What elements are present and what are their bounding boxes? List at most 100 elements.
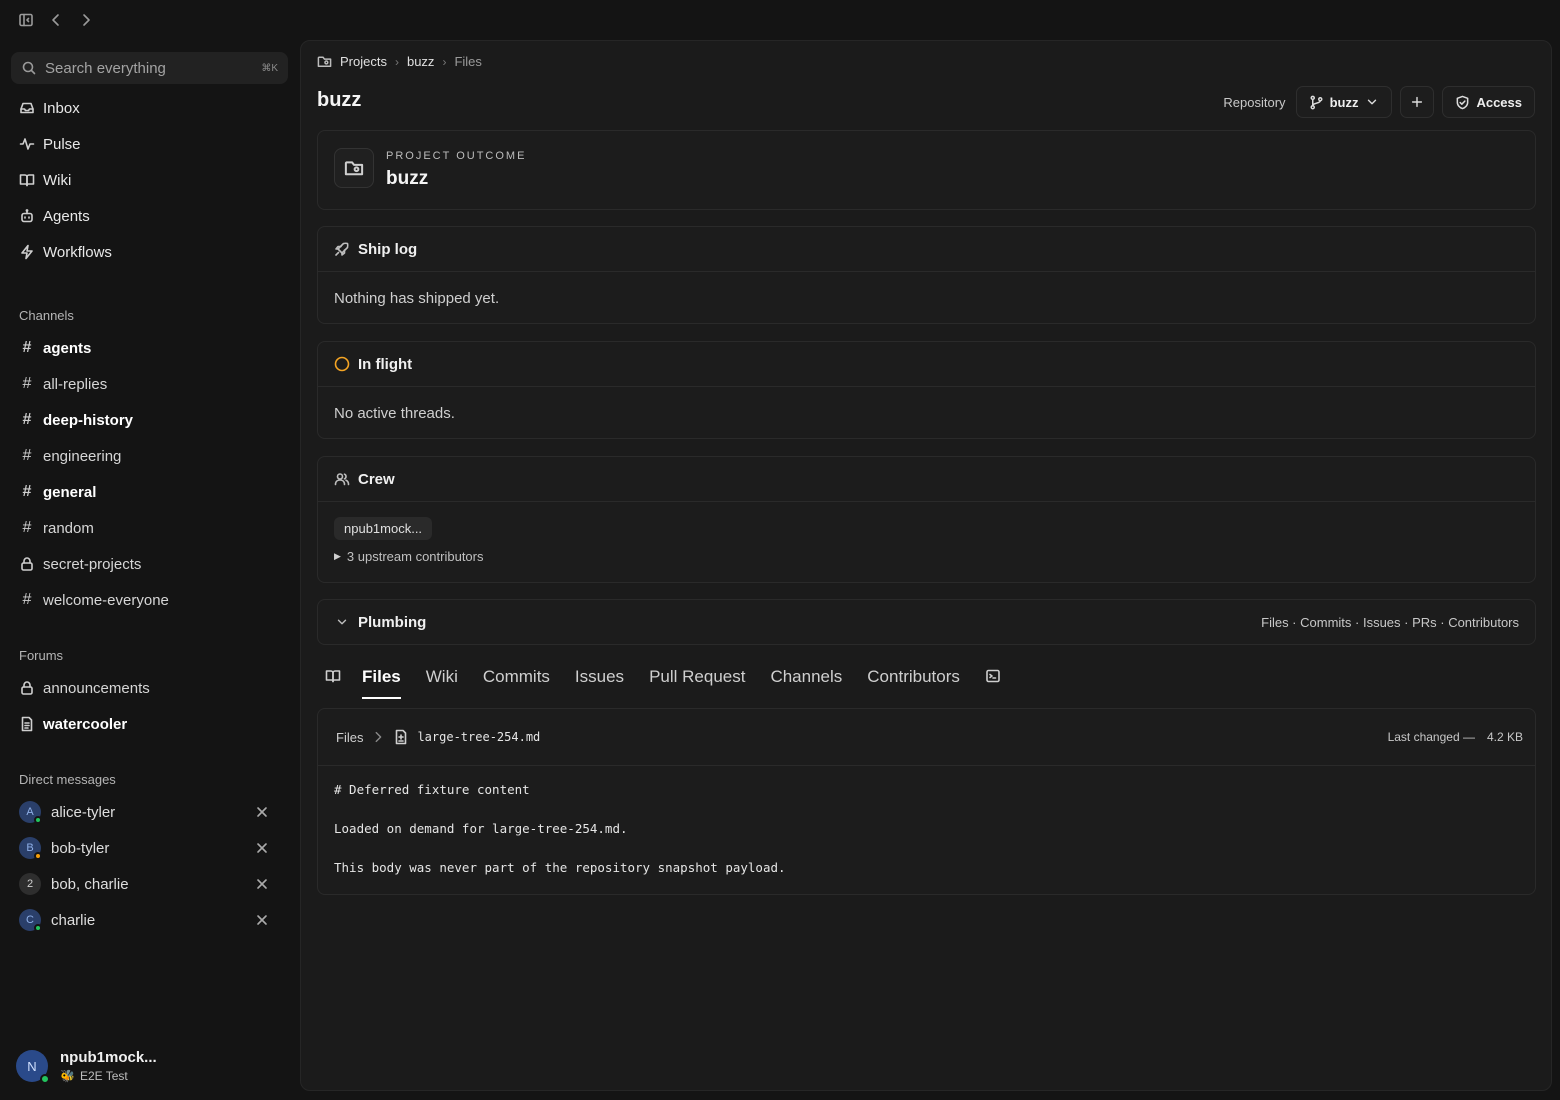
in-flight-empty: No active threads. <box>334 405 455 422</box>
header-actions: Repository buzz Access <box>1223 86 1535 118</box>
forum-label: watercooler <box>43 715 128 733</box>
channel-item-secret-projects[interactable]: secret-projects <box>19 552 141 576</box>
file-content: # Deferred fixture content Loaded on dem… <box>318 766 1535 911</box>
breadcrumb: Projects › buzz › Files <box>317 54 482 69</box>
channel-label: random <box>43 519 94 537</box>
nav-item-agents[interactable]: Agents <box>19 204 90 228</box>
tab-pull-request[interactable]: Pull Request <box>649 661 745 697</box>
chevron-right-icon <box>371 730 385 744</box>
group-avatar: 2 <box>19 873 41 895</box>
tab-channels[interactable]: Channels <box>770 661 842 697</box>
avatar: C <box>19 909 42 932</box>
crew-member-chip[interactable]: npub1mock... <box>334 517 433 540</box>
git-branch-icon <box>1309 95 1324 110</box>
channel-label: welcome-everyone <box>43 591 169 609</box>
user-name: npub1mock... <box>60 1049 157 1066</box>
dm-label: alice-tyler <box>51 803 116 821</box>
file-breadcrumb-root[interactable]: Files <box>336 730 363 745</box>
dms-section-title: Direct messages <box>19 772 116 787</box>
upstream-contributors-toggle[interactable]: ▶ 3 upstream contributors <box>334 549 1519 564</box>
dm-item-bob-tyler[interactable]: B bob-tyler <box>19 836 269 860</box>
chevron-right-icon: › <box>442 54 447 69</box>
nav-item-label: Wiki <box>43 171 72 189</box>
lightning-icon <box>19 244 35 260</box>
close-icon[interactable] <box>255 877 269 891</box>
channel-item-engineering[interactable]: # engineering <box>19 444 122 468</box>
upstream-contributors-label: 3 upstream contributors <box>346 549 484 564</box>
tab-files[interactable]: Files <box>362 661 401 699</box>
channel-item-all-replies[interactable]: # all-replies <box>19 372 108 396</box>
book-icon <box>19 172 35 188</box>
file-viewer: Files large-tree-254.md Last changed — 4… <box>317 708 1536 895</box>
tab-commits[interactable]: Commits <box>483 661 550 697</box>
caret-right-icon: ▶ <box>334 551 341 561</box>
channel-item-deep-history[interactable]: # deep-history <box>19 408 133 432</box>
add-button[interactable] <box>1400 86 1435 118</box>
dm-item-charlie[interactable]: C charlie <box>19 908 269 932</box>
dm-label: charlie <box>51 911 96 929</box>
close-icon[interactable] <box>255 841 269 855</box>
document-icon <box>19 716 35 732</box>
access-button[interactable]: Access <box>1442 86 1535 118</box>
breadcrumb-project[interactable]: buzz <box>407 54 434 69</box>
crew-header: Crew <box>318 457 1535 502</box>
dm-item-alice-tyler[interactable]: A alice-tyler <box>19 800 269 824</box>
avatar: A <box>19 801 42 824</box>
dm-item-bob-charlie[interactable]: 2 bob, charlie <box>19 872 269 896</box>
channel-item-agents[interactable]: # agents <box>19 336 92 360</box>
search-icon <box>21 60 37 76</box>
hash-icon: # <box>22 591 32 608</box>
dm-label: bob-tyler <box>51 839 110 857</box>
book-icon[interactable] <box>325 668 341 684</box>
project-folder-icon <box>344 158 364 178</box>
nav-item-inbox[interactable]: Inbox <box>19 96 80 120</box>
pulse-icon <box>19 136 35 152</box>
project-outcome-card: PROJECT OUTCOME buzz <box>317 130 1536 210</box>
tab-contributors[interactable]: Contributors <box>867 661 960 697</box>
nav-item-label: Workflows <box>43 243 112 261</box>
file-size: 4.2 KB <box>1486 730 1523 744</box>
access-label: Access <box>1476 94 1522 110</box>
chevron-down-icon <box>1364 95 1379 110</box>
project-folder-icon <box>317 54 332 69</box>
chevron-right-icon: › <box>394 54 399 69</box>
forum-item-announcements[interactable]: announcements <box>19 676 150 700</box>
current-user[interactable]: N npub1mock... 🐝 E2E Test <box>16 1049 157 1084</box>
status-emoji: 🐝 <box>60 1069 75 1083</box>
nav-item-pulse[interactable]: Pulse <box>19 132 81 156</box>
nav-item-label: Pulse <box>43 135 81 153</box>
plus-icon <box>1410 95 1425 110</box>
channel-item-general[interactable]: # general <box>19 480 97 504</box>
terminal-icon[interactable] <box>985 668 1001 684</box>
code-line: This body was never part of the reposito… <box>334 860 786 875</box>
close-icon[interactable] <box>255 913 269 927</box>
online-status-dot <box>40 1074 50 1084</box>
search-input[interactable]: Search everything ⌘K <box>11 52 288 84</box>
channel-item-welcome-everyone[interactable]: # welcome-everyone <box>19 588 169 612</box>
breadcrumb-projects[interactable]: Projects <box>340 54 387 69</box>
branch-select[interactable]: buzz <box>1295 86 1393 118</box>
nav-item-workflows[interactable]: Workflows <box>19 240 112 264</box>
close-icon[interactable] <box>255 805 269 819</box>
plumbing-card[interactable]: Plumbing Files · Commits · Issues · PRs … <box>317 599 1536 645</box>
tab-wiki[interactable]: Wiki <box>426 661 458 697</box>
forum-item-watercooler[interactable]: watercooler <box>19 712 127 736</box>
status-dot <box>34 816 42 824</box>
back-arrow-icon[interactable] <box>48 12 64 28</box>
main-panel: Projects › buzz › Files buzz Repository … <box>300 40 1552 1091</box>
channel-label: agents <box>43 339 92 357</box>
sidebar-toggle-icon[interactable] <box>18 12 34 28</box>
tab-issues[interactable]: Issues <box>575 661 624 697</box>
forum-label: announcements <box>43 679 150 697</box>
status-dot <box>34 924 42 932</box>
search-placeholder: Search everything <box>45 59 166 77</box>
forward-arrow-icon[interactable] <box>78 12 94 28</box>
file-path-bar: Files large-tree-254.md Last changed — 4… <box>318 709 1535 766</box>
status-dot <box>34 852 42 860</box>
hash-icon: # <box>22 411 32 428</box>
chevron-down-icon <box>334 614 350 630</box>
in-flight-card: In flight No active threads. <box>317 341 1536 439</box>
channel-item-random[interactable]: # random <box>19 516 94 540</box>
nav-item-wiki[interactable]: Wiki <box>19 168 71 192</box>
hash-icon: # <box>22 447 32 464</box>
